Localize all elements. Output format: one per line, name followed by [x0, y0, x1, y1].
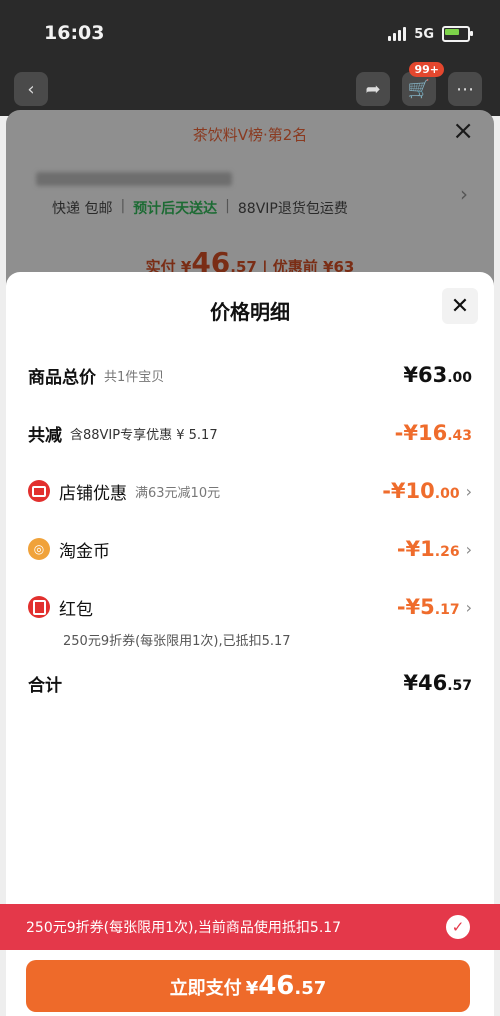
chevron-right-icon: › — [465, 481, 472, 501]
status-time: 16:03 — [44, 22, 105, 44]
cart-button[interactable]: 🛒 99+ — [402, 62, 444, 106]
background-close-icon: × — [452, 116, 474, 146]
red-packet-note: 250元9折券(每张限用1次),已抵扣5.17 — [63, 634, 291, 649]
sheet-title: 价格明细 — [210, 300, 290, 324]
red-packet-value: -¥5.17 — [396, 595, 460, 619]
blurred-address — [36, 172, 232, 186]
total-discount-value: -¥16.43 — [394, 421, 472, 445]
more-icon: ⋯ — [456, 78, 474, 100]
store-discount-value: -¥10.00 — [382, 479, 460, 503]
back-button[interactable]: ‹ — [14, 72, 48, 106]
coin-icon: ◎ — [28, 538, 50, 560]
cart-icon: 🛒 — [407, 78, 431, 100]
store-icon — [28, 480, 50, 502]
rank-label: 茶饮料V榜·第2名 — [192, 126, 308, 144]
more-button[interactable]: ⋯ — [448, 72, 482, 106]
pay-now-button[interactable]: 立即支付 ¥46.57 — [26, 960, 470, 1012]
close-icon: ✕ — [450, 293, 470, 319]
shipping-eta: 预计后天送达 — [133, 201, 218, 217]
chevron-right-icon: › — [465, 539, 472, 559]
row-grand-total: 合计 ¥46.57 — [28, 671, 472, 696]
row-red-packet[interactable]: 红包 -¥5.17 › — [28, 592, 472, 622]
coupon-text: 250元9折券(每张限用1次),当前商品使用抵扣5.17 — [26, 920, 342, 936]
shipping-free: 快递 包邮 — [52, 201, 113, 217]
row-total-price: 商品总价 共1件宝贝 ¥63.00 — [28, 363, 472, 388]
share-icon: ➦ — [365, 78, 381, 100]
share-button[interactable]: ➦ — [356, 72, 390, 106]
row-taojinbi[interactable]: ◎ 淘金币 -¥1.26 › — [28, 534, 472, 564]
coupon-banner[interactable]: 250元9折券(每张限用1次),当前商品使用抵扣5.17 ✓ — [0, 904, 500, 950]
battery-icon — [442, 26, 473, 42]
red-packet-icon — [28, 596, 50, 618]
top-nav: ‹ ➦ 🛒 99+ ⋯ — [0, 60, 500, 116]
cart-badge: 99+ — [409, 62, 444, 77]
network-label: 5G — [414, 26, 434, 42]
chevron-right-icon: › — [465, 597, 472, 617]
row-store-discount[interactable]: 店铺优惠 满63元减10元 -¥10.00 › — [28, 476, 472, 506]
shipping-return: 88VIP退货包运费 — [237, 201, 348, 217]
check-icon[interactable]: ✓ — [446, 915, 470, 939]
status-icons: 5G — [388, 24, 473, 44]
taojinbi-value: -¥1.26 — [396, 537, 460, 561]
chevron-right-icon: › — [460, 182, 468, 206]
signal-icon — [388, 27, 407, 41]
total-price-value: ¥63.00 — [403, 363, 472, 387]
close-button[interactable]: ✕ — [442, 288, 478, 324]
row-total-discount: 共减 含88VIP专享优惠 ¥ 5.17 -¥16.43 — [28, 421, 472, 446]
status-bar: 16:03 5G — [0, 0, 500, 60]
back-icon: ‹ — [27, 78, 35, 100]
shipping-info: 快递 包邮 | 预计后天送达 | 88VIP退货包运费 — [52, 198, 348, 217]
grand-total-value: ¥46.57 — [403, 671, 472, 695]
